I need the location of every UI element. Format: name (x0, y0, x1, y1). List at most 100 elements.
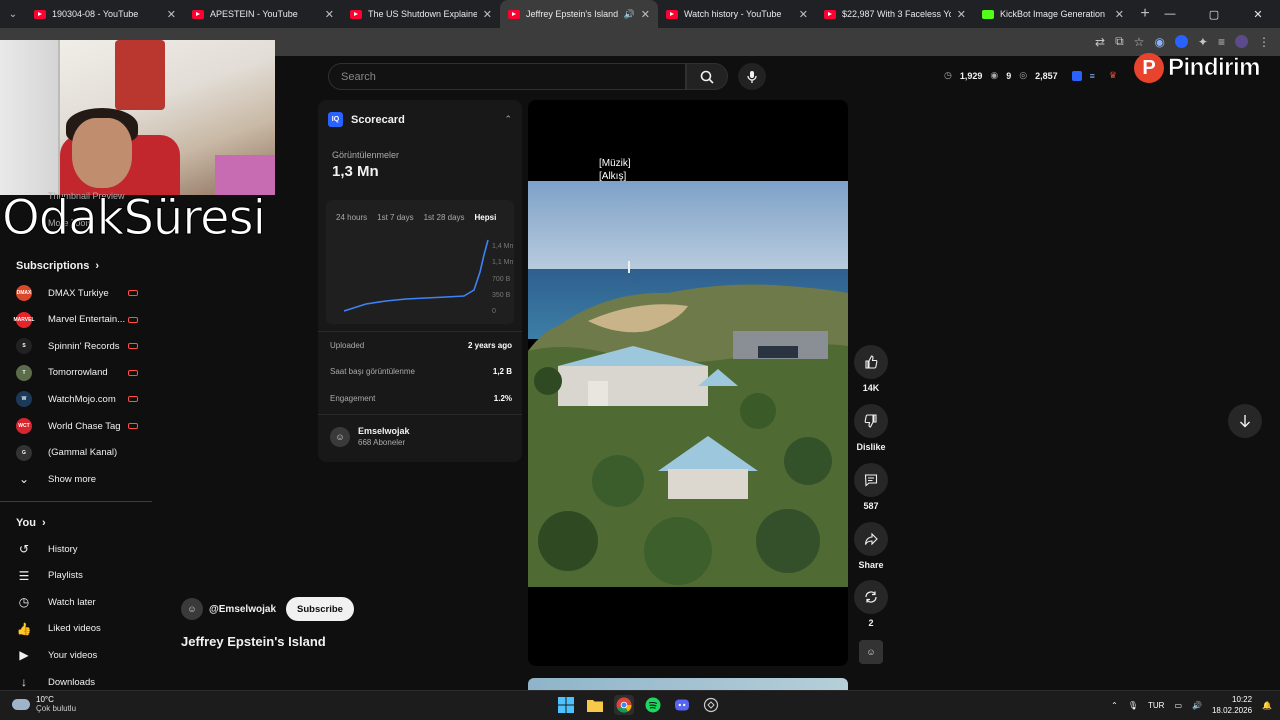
volume-icon[interactable]: 🔊 (1192, 701, 1202, 710)
search-icon (700, 70, 714, 84)
dislike-button[interactable] (854, 404, 888, 438)
video-title[interactable]: Jeffrey Epstein's Island (181, 634, 326, 649)
subscriptions-title: Subscriptions (16, 260, 90, 272)
browser-tab[interactable]: KickBot Image Generation ✕ (974, 0, 1132, 28)
browser-menu-icon[interactable]: ⋮ (1258, 35, 1270, 49)
subscriptions-heading[interactable]: Subscriptions › (16, 260, 99, 272)
share-button[interactable] (854, 522, 888, 556)
comments-action[interactable]: 587 (852, 463, 890, 511)
dislike-action[interactable]: Dislike (852, 404, 890, 452)
clock[interactable]: 10:22 18.02.2026 (1212, 694, 1252, 716)
next-video-preview[interactable] (528, 678, 848, 690)
show-more-button[interactable]: ⌄ Show more (16, 466, 156, 492)
comments-button[interactable] (854, 463, 888, 497)
live-indicator-icon (128, 316, 138, 323)
sidebar-channel-item[interactable]: G (Gammal Kanal) (16, 440, 156, 466)
close-icon[interactable]: ✕ (1236, 8, 1280, 21)
divider (318, 331, 522, 332)
media-control-icon[interactable]: ≡ (1218, 35, 1225, 49)
weather-widget[interactable]: 10°C Çok bulutlu (12, 695, 76, 713)
maximize-icon[interactable]: ▢ (1192, 8, 1236, 21)
list-icon[interactable]: ≡ (1090, 71, 1095, 81)
spotify-icon[interactable] (643, 695, 663, 715)
sidebar-item-your-videos[interactable]: ▶ Your videos (16, 642, 156, 668)
language-indicator[interactable]: TUR (1148, 701, 1164, 710)
you-heading[interactable]: You › (16, 517, 46, 529)
extension-iq-icon[interactable] (1174, 35, 1188, 48)
search-button[interactable] (686, 63, 728, 90)
minimize-icon[interactable]: — (1148, 8, 1192, 20)
sidebar-item-liked-videos[interactable]: 👍 Liked videos (16, 616, 156, 642)
tab-close-icon[interactable]: ✕ (799, 8, 808, 21)
app-icon[interactable] (701, 695, 721, 715)
microphone-icon[interactable]: 🎙 (1128, 701, 1138, 710)
remix-action[interactable]: 2 (852, 580, 890, 628)
chevron-up-icon[interactable]: ⌃ (1111, 701, 1118, 710)
like-button[interactable] (854, 345, 888, 379)
tab-close-icon[interactable]: ✕ (641, 8, 650, 21)
iq-icon[interactable] (1071, 70, 1082, 81)
bookmark-star-icon[interactable]: ☆ (1134, 35, 1145, 49)
tab-close-icon[interactable]: ✕ (957, 8, 966, 21)
notifications-icon[interactable]: 🔔 (1262, 701, 1272, 710)
sidebar-item-label: History (48, 543, 78, 555)
tab-list: 190304-08 - YouTube ✕ APESTEIN - YouTube ✕ T… (26, 0, 1132, 28)
search-input[interactable]: Search (328, 63, 686, 90)
sidebar-channel-item[interactable]: S Spinnin' Records (16, 333, 156, 359)
share-icon (864, 532, 878, 546)
live-indicator-icon (128, 343, 138, 350)
speaker-icon[interactable]: 🔊 (624, 9, 635, 20)
trophy-icon[interactable]: ♛ (1109, 70, 1117, 81)
sidebar-channel-item[interactable]: DMAX DMAX Turkiye (16, 280, 156, 306)
file-explorer-icon[interactable] (585, 695, 605, 715)
browser-tab[interactable]: APESTEIN - YouTube ✕ (184, 0, 342, 28)
windows-start-icon[interactable] (556, 695, 576, 715)
webcam-overlay (0, 40, 275, 195)
browser-tab[interactable]: The US Shutdown Explained Ur ✕ (342, 0, 500, 28)
browser-tab[interactable]: Watch history - YouTube ✕ (658, 0, 816, 28)
chrome-icon[interactable] (614, 695, 634, 715)
sidebar-item-history[interactable]: ↺ History (16, 536, 156, 562)
voice-search-button[interactable] (738, 63, 766, 90)
owner-handle[interactable]: @Emselwojak (209, 604, 276, 615)
scorecard-title: Scorecard (351, 113, 405, 126)
translate-icon[interactable]: ⇄ (1095, 35, 1105, 49)
discord-icon[interactable] (672, 695, 692, 715)
browser-tab[interactable]: $22,987 With 3 Faceless YouTub ✕ (816, 0, 974, 28)
scorecard-channel[interactable]: ☺ Emselwojak 668 Aboneler (330, 426, 410, 447)
install-icon[interactable]: ⧉ (1115, 34, 1124, 49)
remix-button[interactable] (854, 580, 888, 614)
extension-stats: ◷ 1,929 ◉ 9 ◎ 2,857 ≡ ♛ (944, 70, 1117, 81)
extension-audio-icon[interactable]: ◉ (1154, 35, 1164, 49)
tab-search-icon[interactable]: ⌄ (0, 0, 26, 28)
sidebar-channel-item[interactable]: MARVEL Marvel Entertain... (13, 307, 156, 333)
chevron-up-icon[interactable]: ⌃ (504, 114, 512, 125)
sidebar-channel-item[interactable]: WCT World Chase Tag (16, 413, 156, 439)
sound-source-avatar[interactable]: ☺ (859, 640, 883, 664)
tab-close-icon[interactable]: ✕ (167, 8, 176, 21)
sidebar-item-watch-later[interactable]: ◷ Watch later (16, 589, 156, 615)
remix-count: 2 (868, 618, 874, 628)
network-icon[interactable]: ▭ (1174, 701, 1182, 710)
scorecard-header[interactable]: IQ Scorecard (328, 112, 405, 127)
tab-close-icon[interactable]: ✕ (325, 8, 334, 21)
chart-tick-label: 700 B (492, 275, 511, 283)
sidebar-item-playlists[interactable]: ☰ Playlists (16, 563, 156, 589)
share-action[interactable]: Share (852, 522, 890, 570)
subscribe-button[interactable]: Subscribe (286, 597, 354, 621)
sidebar-channel-item[interactable]: T Tomorrowland (16, 360, 156, 386)
youtube-favicon-icon (350, 9, 362, 19)
sidebar-channel-item[interactable]: W WatchMojo.com (16, 386, 156, 412)
owner-avatar[interactable]: ☺ (181, 598, 203, 620)
pindirim-watermark: P Pindirim (1134, 52, 1261, 84)
like-action[interactable]: 14K (852, 345, 890, 393)
browser-tab[interactable]: Jeffrey Epstein's Island - Y 🔊 ✕ (500, 0, 658, 28)
youtube-favicon-icon (192, 9, 204, 19)
extensions-puzzle-icon[interactable]: ✦ (1198, 35, 1208, 49)
browser-tab[interactable]: 190304-08 - YouTube ✕ (26, 0, 184, 28)
shorts-video-player[interactable]: [Müzik] [Alkış] (528, 100, 848, 666)
tab-close-icon[interactable]: ✕ (1115, 8, 1124, 21)
next-short-button[interactable] (1228, 404, 1262, 438)
profile-avatar-icon[interactable] (1235, 35, 1248, 48)
tab-close-icon[interactable]: ✕ (483, 8, 492, 21)
